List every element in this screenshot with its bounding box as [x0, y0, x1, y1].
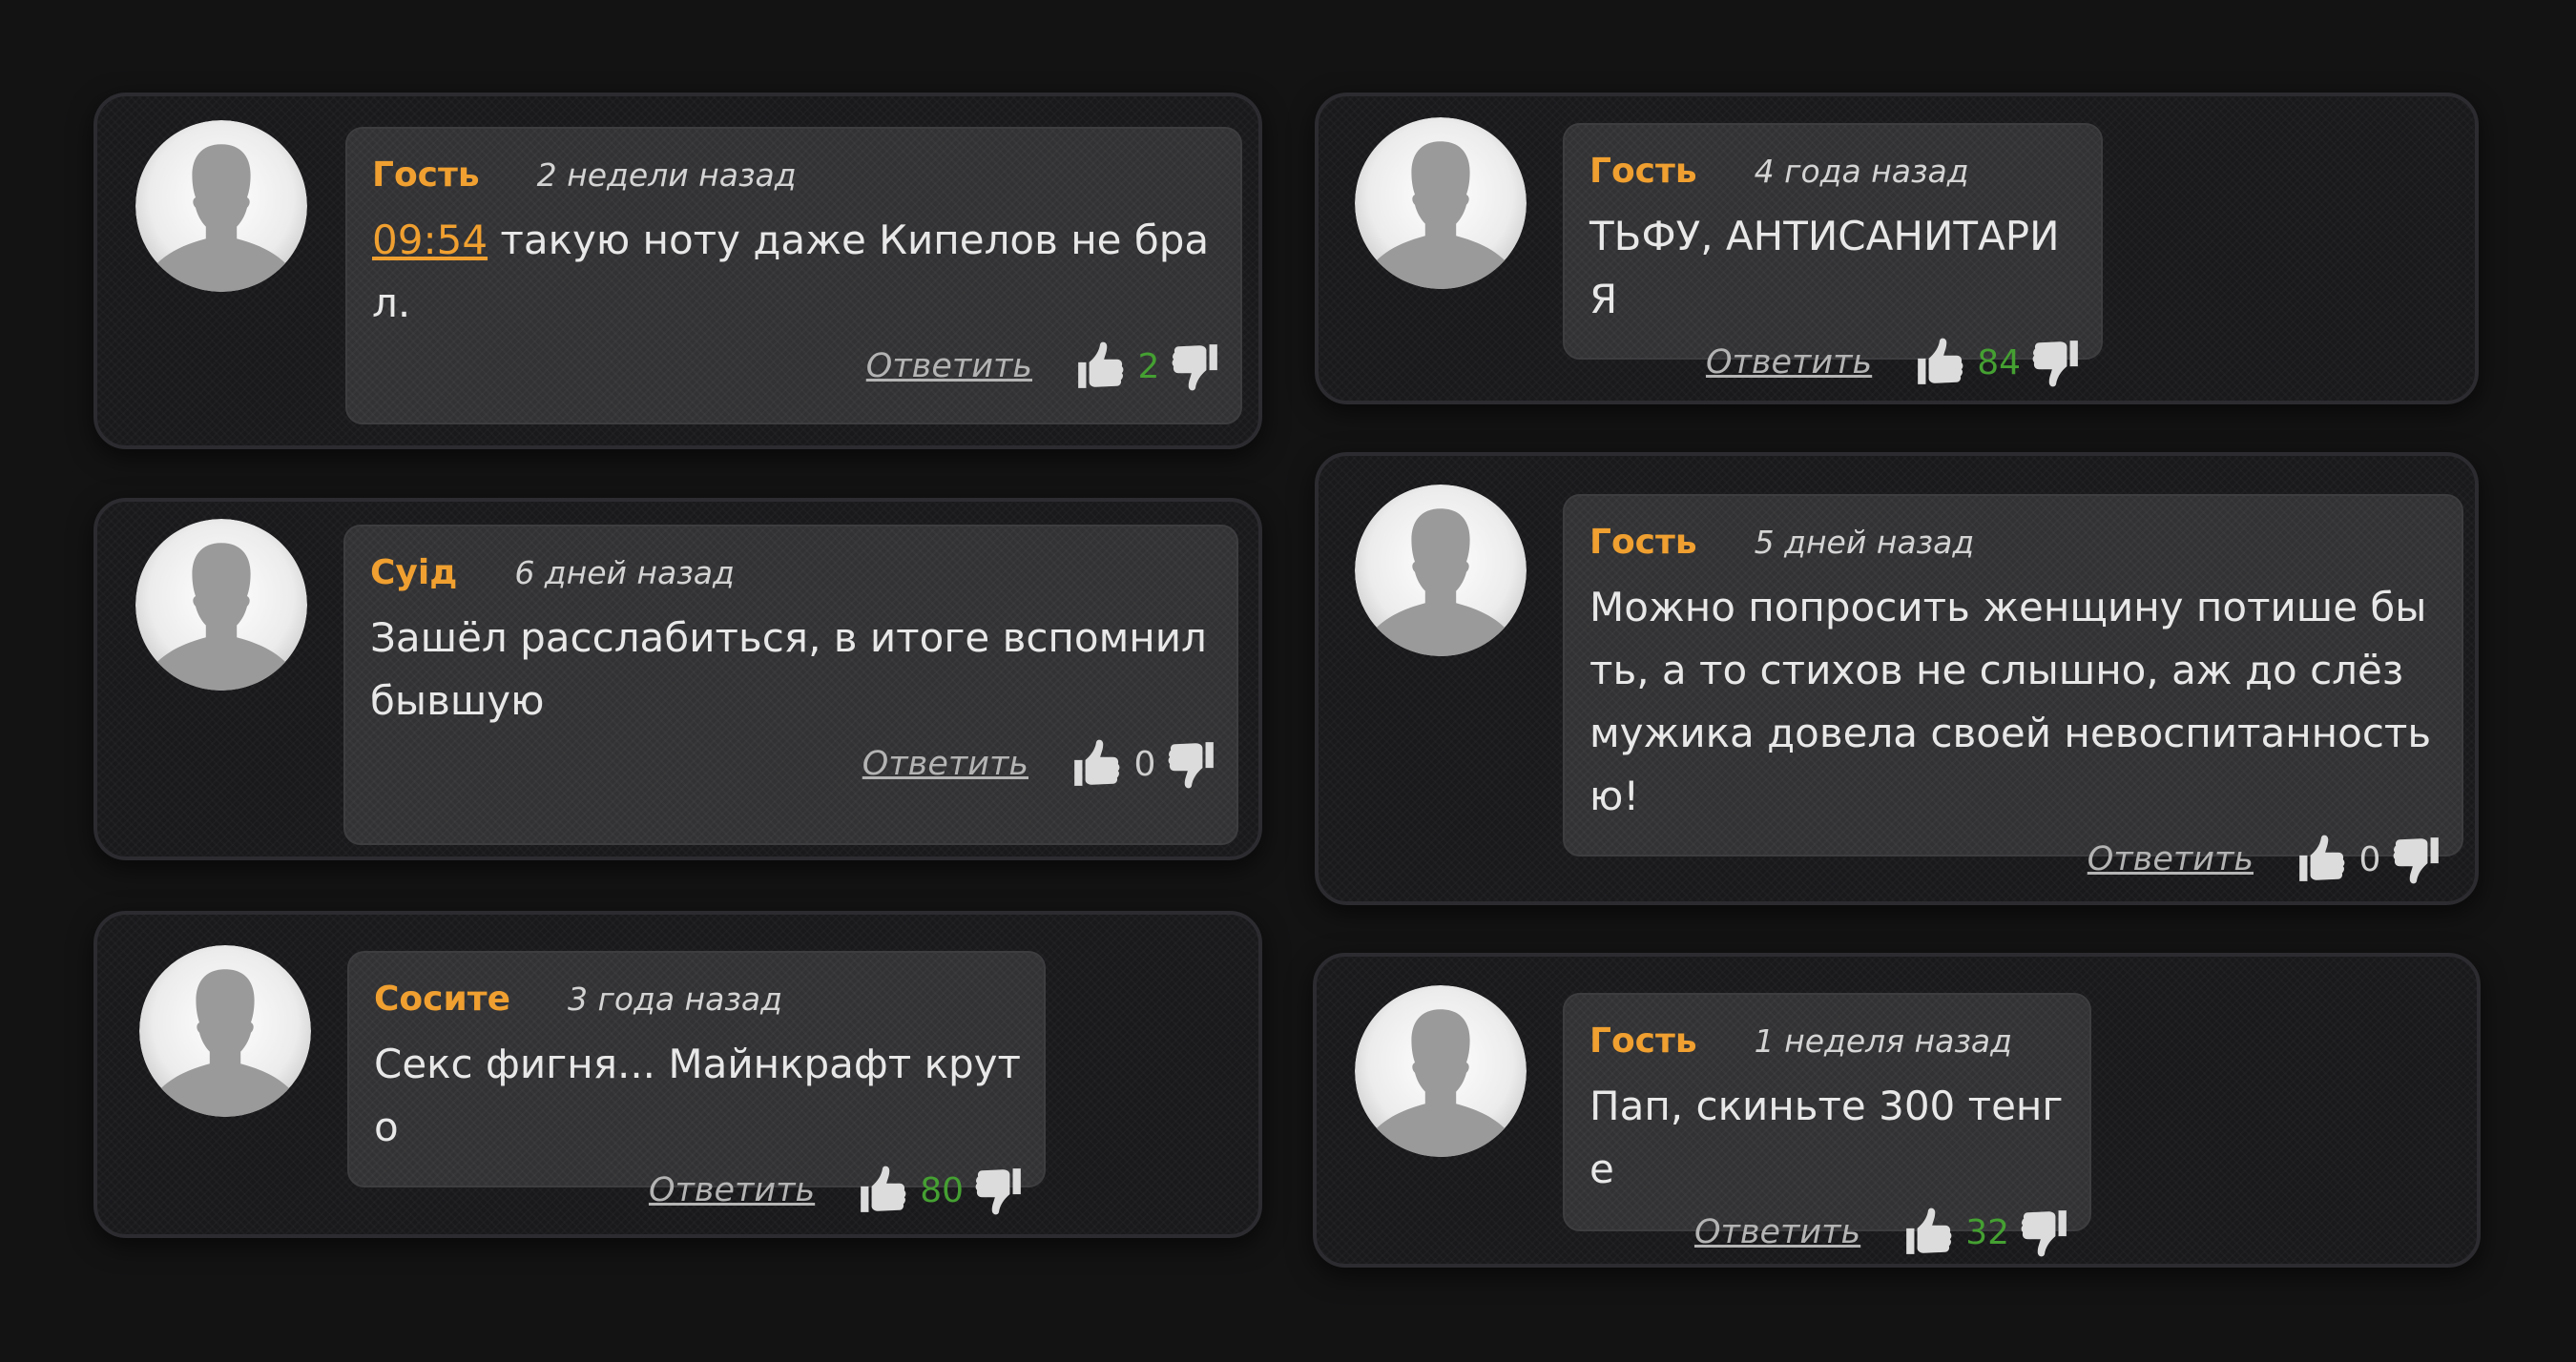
- comment-bubble: Сосите 3 года назад Секс фигня... Майнкр…: [347, 951, 1046, 1215]
- avatar-icon: [1355, 485, 1527, 656]
- comment-text: ТЬФУ, АНТИСАНИТАРИЯ: [1589, 213, 2060, 322]
- comment-time: 5 дней назад: [1754, 524, 1975, 561]
- like-count: 80: [920, 1170, 964, 1210]
- thumbs-up-icon[interactable]: [1902, 1207, 1954, 1258]
- comment-author[interactable]: Суід: [370, 553, 457, 592]
- comment-text: 09:54 такую ноту даже Кипелов не брал.: [372, 209, 1221, 335]
- avatar-icon: [135, 120, 307, 292]
- comment-bubble: Гость 1 неделя назад Пап, скиньте 300 те…: [1563, 993, 2091, 1257]
- comment-time: 1 неделя назад: [1754, 1022, 2012, 1060]
- thumbs-down-icon[interactable]: [1166, 738, 1217, 790]
- avatar-icon: [1355, 117, 1527, 289]
- comment-author[interactable]: Гость: [372, 155, 480, 195]
- comment-text: Можно попросить женщину потише быть, а т…: [1589, 584, 2432, 819]
- avatar-icon: [135, 519, 307, 691]
- avatar-icon: [139, 945, 311, 1117]
- comment-author[interactable]: Сосите: [374, 980, 510, 1019]
- comment-author[interactable]: Гость: [1589, 152, 1697, 191]
- thumbs-down-icon[interactable]: [973, 1165, 1025, 1216]
- comment-time: 4 года назад: [1754, 153, 1969, 190]
- thumbs-up-icon[interactable]: [1074, 340, 1126, 392]
- comment-bubble: Гость 4 года назад ТЬФУ, АНТИСАНИТАРИЯ О…: [1563, 123, 2103, 387]
- reply-link[interactable]: Ответить: [1694, 1213, 1860, 1251]
- comment-card: Суід 6 дней назад Зашёл расслабиться, в …: [93, 498, 1262, 860]
- comment-text: Зашёл расслабиться, в итоге вспомнил быв…: [370, 614, 1207, 724]
- comment-card: Гость 5 дней назад Можно попросить женщи…: [1315, 452, 2479, 905]
- like-count: 32: [1965, 1212, 2009, 1252]
- thumbs-up-icon[interactable]: [2296, 834, 2347, 885]
- like-count: 0: [1133, 744, 1156, 784]
- reply-link[interactable]: Ответить: [649, 1171, 815, 1209]
- reply-link[interactable]: Ответить: [1706, 343, 1872, 382]
- thumbs-up-icon[interactable]: [1914, 337, 1965, 388]
- thumbs-down-icon[interactable]: [1170, 340, 1221, 392]
- comment-text: Секс фигня... Майнкрафт круто: [374, 1041, 1021, 1150]
- comment-time: 6 дней назад: [514, 554, 735, 591]
- thumbs-up-icon[interactable]: [1070, 738, 1122, 790]
- thumbs-down-icon[interactable]: [2391, 834, 2442, 885]
- thumbs-down-icon[interactable]: [2019, 1207, 2070, 1258]
- like-count: 2: [1137, 346, 1160, 386]
- comment-card: Гость 1 неделя назад Пап, скиньте 300 те…: [1313, 953, 2481, 1268]
- like-count: 0: [2358, 839, 2381, 879]
- comment-time: 2 недели назад: [536, 156, 797, 194]
- comment-body: такую ноту даже Кипелов не брал.: [372, 217, 1210, 326]
- avatar-icon: [1355, 985, 1527, 1157]
- thumbs-up-icon[interactable]: [857, 1165, 908, 1216]
- comment-bubble: Суід 6 дней назад Зашёл расслабиться, в …: [343, 525, 1238, 845]
- reply-link[interactable]: Ответить: [2088, 840, 2254, 878]
- thumbs-down-icon[interactable]: [2030, 337, 2082, 388]
- comment-card: Гость 4 года назад ТЬФУ, АНТИСАНИТАРИЯ О…: [1315, 93, 2479, 404]
- comment-author[interactable]: Гость: [1589, 523, 1697, 562]
- comment-bubble: Гость 5 дней назад Можно попросить женщи…: [1563, 494, 2463, 884]
- video-timestamp-link[interactable]: 09:54: [372, 217, 488, 263]
- comment-author[interactable]: Гость: [1589, 1022, 1697, 1061]
- comment-bubble: Гость 2 недели назад 09:54 такую ноту да…: [345, 127, 1242, 424]
- comment-text: Пап, скиньте 300 тенге: [1589, 1083, 2064, 1192]
- like-count: 84: [1977, 342, 2021, 382]
- comment-time: 3 года назад: [568, 980, 782, 1018]
- comment-card: Сосите 3 года назад Секс фигня... Майнкр…: [93, 911, 1262, 1238]
- comment-card: Гость 2 недели назад 09:54 такую ноту да…: [93, 93, 1262, 449]
- reply-link[interactable]: Ответить: [866, 347, 1032, 385]
- reply-link[interactable]: Ответить: [862, 745, 1028, 783]
